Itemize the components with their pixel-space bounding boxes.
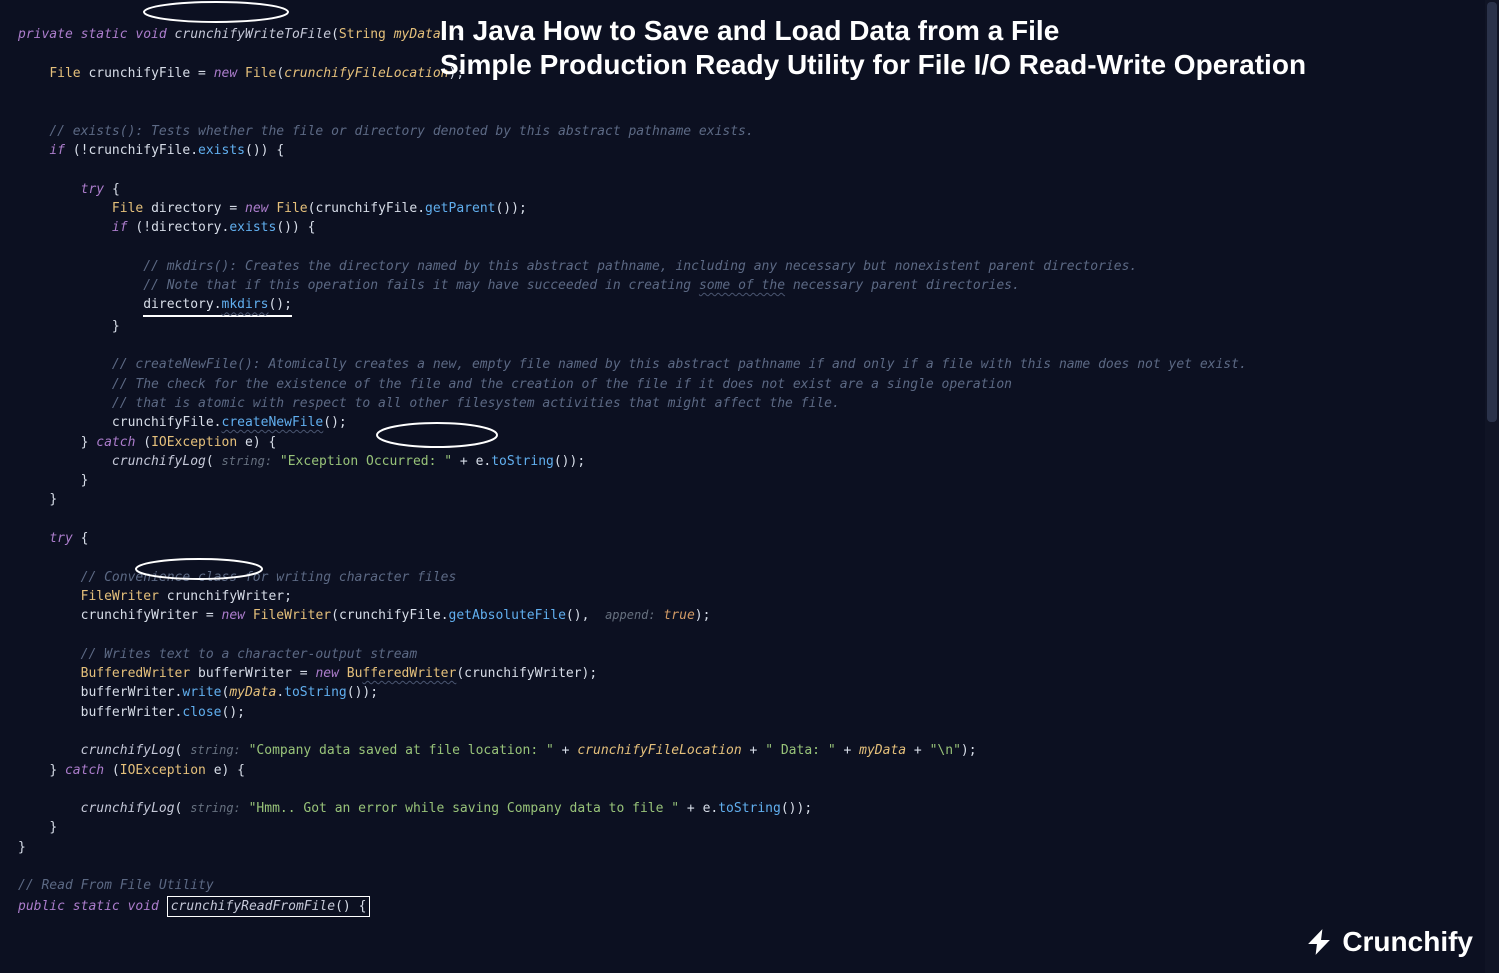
comment-writes: // Writes text to a character-output str… bbox=[81, 647, 418, 662]
scrollbar-thumb[interactable] bbox=[1487, 2, 1497, 422]
method-name-write: crunchifyWriteToFile bbox=[175, 27, 332, 42]
code-block: private static void crunchifyWriteToFile… bbox=[0, 0, 1499, 923]
article-title: In Java How to Save and Load Data from a… bbox=[440, 14, 1459, 82]
comment-convenience: // Convenience class for writing charact… bbox=[81, 570, 457, 585]
param-name: myData bbox=[394, 27, 441, 42]
arg-fileLocation: crunchifyFileLocation bbox=[284, 66, 448, 81]
var-crunchifyFile: crunchifyFile bbox=[88, 66, 190, 81]
logo-text: Crunchify bbox=[1342, 932, 1473, 951]
logo-icon bbox=[1302, 925, 1336, 959]
comment-createNew2: // The check for the existence of the fi… bbox=[112, 377, 1012, 392]
scrollbar[interactable] bbox=[1485, 0, 1499, 973]
comment-mkdirs2b: some of the bbox=[699, 278, 785, 293]
comment-mkdirs1: // mkdirs(): Creates the directory named… bbox=[143, 259, 1137, 274]
keyword-catch: catch bbox=[96, 435, 135, 450]
keyword-try: try bbox=[81, 182, 104, 197]
param-type: String bbox=[339, 27, 386, 42]
keyword-new: new bbox=[214, 66, 237, 81]
title-line2: Simple Production Ready Utility for File… bbox=[440, 48, 1459, 82]
keyword-if: if bbox=[49, 143, 65, 158]
comment-exists: // exists(): Tests whether the file or d… bbox=[49, 124, 753, 139]
comment-mkdirs2c: necessary parent directories. bbox=[785, 278, 1020, 293]
brand-logo: Crunchify bbox=[1302, 925, 1473, 959]
method-name-read: crunchifyReadFromFile bbox=[171, 899, 335, 914]
title-line1: In Java How to Save and Load Data from a… bbox=[440, 14, 1459, 48]
comment-mkdirs2a: // Note that if this operation fails it … bbox=[143, 278, 699, 293]
public-modifiers: public static void bbox=[18, 899, 159, 914]
comment-createNew3: // that is atomic with respect to all ot… bbox=[112, 396, 840, 411]
comment-read-util: // Read From File Utility bbox=[18, 878, 214, 893]
modifier-keywords: private static void bbox=[18, 27, 167, 42]
ctor-file: File bbox=[245, 66, 276, 81]
comment-createNew1: // createNewFile(): Atomically creates a… bbox=[112, 357, 1247, 372]
type-file: File bbox=[49, 66, 80, 81]
